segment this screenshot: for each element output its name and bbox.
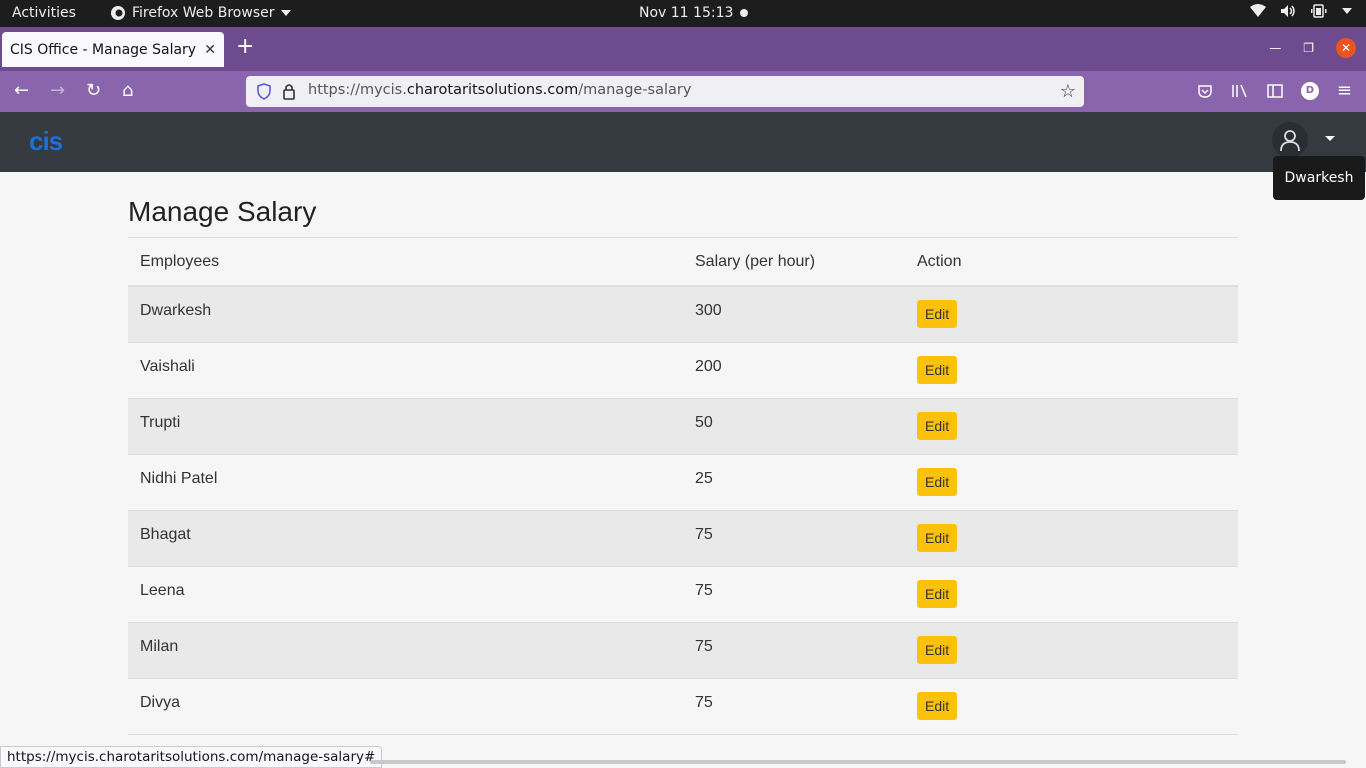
salary-table: Employees Salary (per hour) Action Dwark… xyxy=(128,238,1238,735)
bookmark-star-icon[interactable]: ☆ xyxy=(1060,81,1076,102)
chevron-down-icon xyxy=(1342,8,1352,14)
clock[interactable]: Nov 11 15:13 xyxy=(639,5,733,21)
url-path: /manage-salary xyxy=(578,82,692,98)
user-menu-caret-icon[interactable] xyxy=(1325,136,1335,141)
browser-tab-active[interactable]: CIS Office - Manage Salary ✕ xyxy=(2,32,224,67)
action-cell: Edit xyxy=(905,454,1238,510)
sidebar-icon[interactable] xyxy=(1267,83,1283,99)
action-cell: Edit xyxy=(905,398,1238,454)
system-top-bar: Activities Firefox Web Browser Nov 11 15… xyxy=(0,0,1366,27)
table-row: Divya 75 Edit xyxy=(128,678,1238,734)
edit-button[interactable]: Edit xyxy=(917,300,958,328)
minimize-icon[interactable]: — xyxy=(1269,41,1281,55)
firefox-account-icon[interactable]: D xyxy=(1300,81,1319,100)
table-row: Nidhi Patel 25 Edit xyxy=(128,454,1238,510)
table-row: Leena 75 Edit xyxy=(128,566,1238,622)
employee-name: Trupti xyxy=(140,413,181,431)
url-bar[interactable]: https://mycis.charotaritsolutions.com/ma… xyxy=(246,76,1084,107)
chevron-down-icon xyxy=(280,10,291,16)
action-cell: Edit xyxy=(905,566,1238,622)
volume-icon xyxy=(1281,5,1295,17)
page-title: Manage Salary xyxy=(128,196,1238,238)
salary-value: 75 xyxy=(695,693,713,711)
user-avatar-icon[interactable] xyxy=(1272,122,1308,158)
firefox-icon xyxy=(111,6,125,20)
edit-button[interactable]: Edit xyxy=(917,579,958,608)
url-text[interactable]: https://mycis.charotaritsolutions.com/ma… xyxy=(308,82,691,98)
edit-button[interactable]: Edit xyxy=(917,355,958,384)
cis-logo[interactable]: cis xyxy=(29,126,63,157)
action-cell: Edit xyxy=(905,286,1238,342)
app-menu[interactable]: Firefox Web Browser xyxy=(110,5,291,21)
activities-button[interactable]: Activities xyxy=(12,5,76,21)
wifi-icon xyxy=(1250,4,1266,17)
horizontal-scrollbar[interactable] xyxy=(370,760,1346,764)
edit-button[interactable]: Edit xyxy=(917,523,958,552)
close-tab-icon[interactable]: ✕ xyxy=(204,42,216,58)
table-header-row: Employees Salary (per hour) Action xyxy=(128,238,1238,287)
employee-name: Milan xyxy=(140,637,179,655)
library-icon[interactable] xyxy=(1231,83,1249,99)
action-cell: Edit xyxy=(905,510,1238,566)
url-scheme: https://mycis. xyxy=(308,82,407,98)
employee-name: Leena xyxy=(140,581,185,599)
employee-name: Divya xyxy=(140,693,181,711)
salary-value: 300 xyxy=(695,302,722,319)
action-cell: Edit xyxy=(905,342,1238,398)
edit-button[interactable]: Edit xyxy=(917,691,958,720)
shield-icon[interactable] xyxy=(256,83,272,100)
employee-name: Vaishali xyxy=(140,357,195,375)
battery-icon xyxy=(1311,4,1327,18)
salary-value: 200 xyxy=(695,357,722,375)
edit-button[interactable]: Edit xyxy=(917,411,958,440)
lock-icon[interactable] xyxy=(282,83,296,100)
tab-title: CIS Office - Manage Salary xyxy=(10,41,197,58)
window-controls: — ❐ ✕ xyxy=(1269,38,1356,58)
navigation-toolbar: ← → ↻ ⌂ https://mycis.charotaritsolution… xyxy=(0,71,1366,112)
tab-strip: CIS Office - Manage Salary ✕ + — ❐ ✕ xyxy=(0,27,1366,71)
table-row: Trupti 50 Edit xyxy=(128,398,1238,454)
table-row: Milan 75 Edit xyxy=(128,622,1238,678)
edit-button[interactable]: Edit xyxy=(917,635,958,664)
employee-name: Bhagat xyxy=(140,525,191,543)
system-tray[interactable] xyxy=(1250,4,1352,18)
new-tab-icon[interactable]: + xyxy=(236,36,254,58)
back-icon[interactable]: ← xyxy=(14,80,29,102)
edit-button[interactable]: Edit xyxy=(917,467,958,496)
table-row: Dwarkesh 300 Edit xyxy=(128,286,1238,342)
toolbar-actions: D ≡ xyxy=(1197,80,1352,101)
main-content: Manage Salary Employees Salary (per hour… xyxy=(128,172,1238,735)
forward-icon[interactable]: → xyxy=(50,80,65,102)
action-cell: Edit xyxy=(905,678,1238,734)
salary-value: 25 xyxy=(695,469,713,487)
restore-icon[interactable]: ❐ xyxy=(1303,41,1314,55)
hamburger-menu-icon[interactable]: ≡ xyxy=(1337,80,1352,101)
salary-value: 75 xyxy=(695,637,713,655)
employee-name: Nidhi Patel xyxy=(140,469,218,487)
column-header-action: Action xyxy=(905,238,1238,287)
app-menu-label: Firefox Web Browser xyxy=(132,5,275,21)
home-icon[interactable]: ⌂ xyxy=(122,80,133,102)
employee-name: Dwarkesh xyxy=(140,302,212,319)
table-row: Vaishali 200 Edit xyxy=(128,342,1238,398)
table-row: Bhagat 75 Edit xyxy=(128,510,1238,566)
salary-value: 75 xyxy=(695,525,713,543)
salary-value: 75 xyxy=(695,581,713,599)
url-domain: charotaritsolutions.com xyxy=(406,82,579,98)
user-tooltip: Dwarkesh xyxy=(1273,156,1365,200)
salary-value: 50 xyxy=(695,413,713,431)
notification-dot-icon xyxy=(740,9,748,17)
close-window-icon[interactable]: ✕ xyxy=(1336,38,1356,58)
pocket-icon[interactable] xyxy=(1197,83,1213,99)
column-header-employees: Employees xyxy=(128,238,683,287)
app-header: cis xyxy=(0,112,1366,172)
link-status-bar: https://mycis.charotaritsolutions.com/ma… xyxy=(0,746,383,768)
action-cell: Edit xyxy=(905,622,1238,678)
column-header-salary: Salary (per hour) xyxy=(683,238,905,287)
reload-icon[interactable]: ↻ xyxy=(86,80,101,102)
